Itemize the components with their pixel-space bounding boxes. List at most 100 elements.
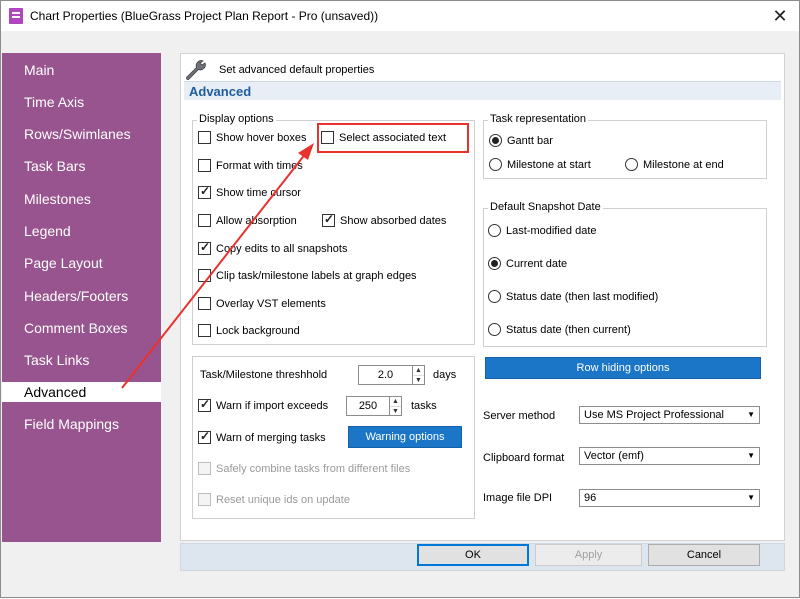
- allow-absorption-label: Allow absorption: [216, 214, 297, 227]
- stepper-down-icon[interactable]: ▼: [413, 376, 424, 385]
- show-hover-boxes-checkbox[interactable]: Show hover boxes: [198, 131, 307, 144]
- show-time-cursor-box[interactable]: [198, 184, 211, 199]
- current-date-radio-dot[interactable]: [488, 257, 501, 270]
- status-date-last-modified-label: Status date (then last modified): [506, 290, 659, 303]
- stepper-down-icon[interactable]: ▼: [390, 407, 401, 416]
- show-hover-boxes-box[interactable]: [198, 131, 211, 144]
- default-snapshot-date-group: Default Snapshot Date Last-modified date…: [483, 201, 767, 347]
- warn-import-checkbox[interactable]: Warn if import exceeds: [198, 397, 329, 412]
- default-snapshot-date-legend: Default Snapshot Date: [488, 201, 603, 213]
- sidebar-item-advanced[interactable]: Advanced: [2, 382, 161, 402]
- clip-labels-box[interactable]: [198, 269, 211, 282]
- sidebar-item-comment-boxes[interactable]: Comment Boxes: [2, 318, 161, 338]
- window-title: Chart Properties (BlueGrass Project Plan…: [30, 9, 379, 23]
- show-absorbed-dates-box[interactable]: [322, 212, 335, 227]
- last-modified-date-radio-dot[interactable]: [488, 224, 501, 237]
- chevron-down-icon: ▼: [747, 493, 755, 502]
- sidebar-item-field-mappings[interactable]: Field Mappings: [2, 414, 161, 434]
- import-limit-value[interactable]: 250: [347, 397, 389, 415]
- image-dpi-label: Image file DPI: [483, 492, 553, 504]
- sidebar-item-task-bars[interactable]: Task Bars: [2, 156, 161, 176]
- status-date-current-radio[interactable]: Status date (then current): [488, 323, 631, 336]
- status-date-last-modified-radio[interactable]: Status date (then last modified): [488, 290, 658, 303]
- overlay-vst-label: Overlay VST elements: [216, 297, 326, 310]
- app-icon: [9, 8, 23, 24]
- image-dpi-select[interactable]: 96 ▼: [579, 489, 760, 507]
- threshold-stepper-arrows[interactable]: ▲ ▼: [412, 366, 424, 384]
- overlay-vst-box[interactable]: [198, 297, 211, 310]
- milestone-at-start-radio[interactable]: Milestone at start: [489, 158, 591, 171]
- warn-merging-box[interactable]: [198, 429, 211, 444]
- sidebar-item-page-layout[interactable]: Page Layout: [2, 253, 161, 273]
- wrench-icon: [186, 60, 206, 80]
- ok-button[interactable]: OK: [417, 544, 529, 566]
- clipboard-format-label: Clipboard format: [483, 452, 565, 464]
- show-time-cursor-label: Show time cursor: [216, 186, 301, 199]
- current-date-label: Current date: [506, 257, 568, 270]
- allow-absorption-box[interactable]: [198, 214, 211, 227]
- clip-labels-checkbox[interactable]: Clip task/milestone labels at graph edge…: [198, 269, 417, 282]
- stepper-up-icon[interactable]: ▲: [413, 366, 424, 376]
- milestone-at-start-radio-dot[interactable]: [489, 158, 502, 171]
- last-modified-date-radio[interactable]: Last-modified date: [488, 224, 597, 237]
- status-date-last-modified-radio-dot[interactable]: [488, 290, 501, 303]
- reset-ids-box[interactable]: [198, 493, 211, 506]
- cancel-button[interactable]: Cancel: [648, 544, 760, 566]
- image-dpi-value: 96: [584, 492, 597, 504]
- allow-absorption-checkbox[interactable]: Allow absorption: [198, 214, 297, 227]
- lock-background-checkbox[interactable]: Lock background: [198, 324, 300, 337]
- safely-combine-checkbox[interactable]: Safely combine tasks from different file…: [198, 462, 410, 475]
- status-date-current-label: Status date (then current): [506, 323, 631, 336]
- section-title: Advanced: [189, 84, 252, 99]
- warning-options-button[interactable]: Warning options: [348, 426, 462, 448]
- sidebar-item-rows-swimlanes[interactable]: Rows/Swimlanes: [2, 124, 161, 144]
- copy-edits-checkbox[interactable]: Copy edits to all snapshots: [198, 240, 347, 255]
- gantt-bar-radio-dot[interactable]: [489, 134, 502, 147]
- threshold-value[interactable]: 2.0: [359, 366, 412, 384]
- threshold-label: Task/Milestone threshhold: [200, 369, 328, 381]
- sidebar-item-task-links[interactable]: Task Links: [2, 350, 161, 370]
- sidebar-item-milestones[interactable]: Milestones: [2, 189, 161, 209]
- safely-combine-box[interactable]: [198, 462, 211, 475]
- copy-edits-box[interactable]: [198, 240, 211, 255]
- reset-ids-checkbox[interactable]: Reset unique ids on update: [198, 493, 350, 506]
- warn-merging-checkbox[interactable]: Warn of merging tasks: [198, 429, 326, 444]
- format-with-times-label: Format with times: [216, 159, 303, 172]
- chevron-down-icon: ▼: [747, 410, 755, 419]
- threshold-stepper[interactable]: 2.0 ▲ ▼: [358, 365, 425, 385]
- sidebar-item-headers-footers[interactable]: Headers/Footers: [2, 286, 161, 306]
- current-date-radio[interactable]: Current date: [488, 257, 567, 270]
- highlight-box: [317, 123, 469, 153]
- apply-button[interactable]: Apply: [535, 544, 642, 566]
- warn-import-box[interactable]: [198, 397, 211, 412]
- title-bar: Chart Properties (BlueGrass Project Plan…: [1, 1, 799, 31]
- stepper-up-icon[interactable]: ▲: [390, 397, 401, 407]
- lock-background-box[interactable]: [198, 324, 211, 337]
- import-limit-stepper-arrows[interactable]: ▲ ▼: [389, 397, 401, 415]
- sidebar-item-main[interactable]: Main: [2, 60, 161, 80]
- overlay-vst-checkbox[interactable]: Overlay VST elements: [198, 297, 326, 310]
- format-with-times-checkbox[interactable]: Format with times: [198, 159, 303, 172]
- clip-labels-label: Clip task/milestone labels at graph edge…: [216, 269, 417, 282]
- format-with-times-box[interactable]: [198, 159, 211, 172]
- sidebar-item-time-axis[interactable]: Time Axis: [2, 92, 161, 112]
- sidebar-item-legend[interactable]: Legend: [2, 221, 161, 241]
- gantt-bar-label: Gantt bar: [507, 134, 553, 147]
- warn-import-label: Warn if import exceeds: [216, 399, 329, 412]
- milestone-at-end-radio[interactable]: Milestone at end: [625, 158, 724, 171]
- clipboard-format-value: Vector (emf): [584, 450, 644, 462]
- gantt-bar-radio[interactable]: Gantt bar: [489, 134, 553, 147]
- close-icon[interactable]: ✕: [767, 4, 793, 28]
- show-absorbed-dates-checkbox[interactable]: Show absorbed dates: [322, 212, 447, 227]
- threshold-unit: days: [433, 369, 457, 381]
- milestone-at-end-radio-dot[interactable]: [625, 158, 638, 171]
- server-method-select[interactable]: Use MS Project Professional ▼: [579, 406, 760, 424]
- row-hiding-options-button[interactable]: Row hiding options: [485, 357, 761, 379]
- show-time-cursor-checkbox[interactable]: Show time cursor: [198, 184, 301, 199]
- import-limit-stepper[interactable]: 250 ▲ ▼: [346, 396, 402, 416]
- show-absorbed-dates-label: Show absorbed dates: [340, 214, 447, 227]
- task-representation-legend: Task representation: [488, 113, 588, 125]
- milestone-at-start-label: Milestone at start: [507, 158, 591, 171]
- status-date-current-radio-dot[interactable]: [488, 323, 501, 336]
- clipboard-format-select[interactable]: Vector (emf) ▼: [579, 447, 760, 465]
